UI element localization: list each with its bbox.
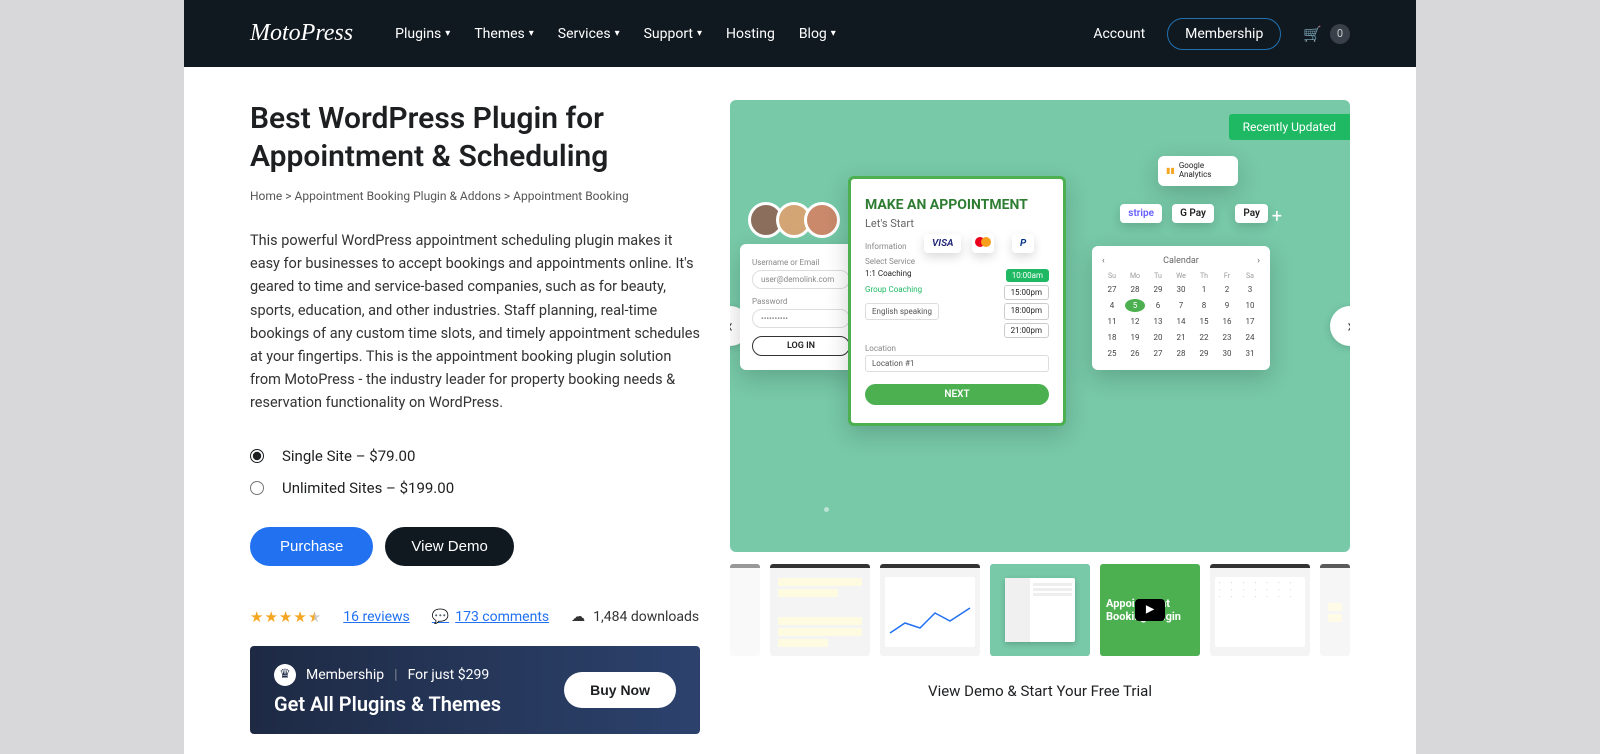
breadcrumb-category[interactable]: Appointment Booking Plugin & Addons xyxy=(295,189,501,203)
header-right: Account Membership 🛒 0 xyxy=(1093,18,1350,50)
avatar-group xyxy=(748,202,832,238)
pricing-options: Single Site – $79.00 Unlimited Sites – $… xyxy=(250,447,700,497)
account-link[interactable]: Account xyxy=(1093,26,1145,42)
crown-icon: ♛ xyxy=(274,664,296,686)
avatar xyxy=(804,202,840,238)
nav-themes[interactable]: Themes ▾ xyxy=(474,26,533,42)
plus-icon: + xyxy=(1272,206,1282,227)
star-icon: ★ xyxy=(250,608,263,626)
comments-link[interactable]: 💬 173 comments xyxy=(432,609,549,625)
nav-label: Support xyxy=(644,26,693,42)
demo-trial-link[interactable]: View Demo & Start Your Free Trial xyxy=(730,682,1350,700)
thumb-prev[interactable] xyxy=(730,564,760,656)
slide-next-button[interactable]: › xyxy=(1330,306,1350,346)
breadcrumb-home[interactable]: Home xyxy=(250,189,282,203)
nav-label: Themes xyxy=(474,26,524,42)
buy-now-button[interactable]: Buy Now xyxy=(564,672,676,708)
analytics-icon: ▮▮ xyxy=(1166,166,1175,175)
mb-label: Membership xyxy=(306,667,384,683)
nav-label: Plugins xyxy=(395,26,441,42)
membership-banner: ♛ Membership | For just $299 Get All Plu… xyxy=(250,646,700,734)
purchase-button[interactable]: Purchase xyxy=(250,527,373,566)
star-half-icon: ★ xyxy=(308,608,321,626)
nav-label: Hosting xyxy=(726,26,775,42)
thumb-next[interactable] xyxy=(1320,564,1350,656)
mastercard-chip xyxy=(972,234,994,253)
chevron-down-icon: ▾ xyxy=(529,28,534,39)
chevron-down-icon: ▾ xyxy=(445,28,450,39)
mb-title: Get All Plugins & Themes xyxy=(274,692,501,716)
price-label: Unlimited Sites – $199.00 xyxy=(282,479,454,497)
price-option-unlimited[interactable]: Unlimited Sites – $199.00 xyxy=(250,479,700,497)
breadcrumb-current: Appointment Booking xyxy=(513,189,629,203)
page-title: Best WordPress Plugin for Appointment & … xyxy=(250,100,700,175)
reviews-link[interactable]: 16 reviews xyxy=(343,609,410,625)
nav-support[interactable]: Support ▾ xyxy=(644,26,702,42)
nav-services[interactable]: Services ▾ xyxy=(558,26,620,42)
chevron-down-icon: ▾ xyxy=(697,28,702,39)
view-demo-button[interactable]: View Demo xyxy=(385,527,513,566)
nav-label: Blog xyxy=(799,26,827,42)
ga-chip: ▮▮ Google Analytics xyxy=(1158,156,1238,186)
main-nav: Plugins ▾ Themes ▾ Services ▾ Support ▾ Host… xyxy=(395,26,1093,42)
product-description: This powerful WordPress appointment sche… xyxy=(250,229,700,415)
thumb-video[interactable]: Appointment Booking Plugin ▶ xyxy=(1100,564,1200,656)
nav-hosting[interactable]: Hosting xyxy=(726,26,775,42)
appointment-mock-card: MAKE AN APPOINTMENT Let's Start Informat… xyxy=(848,176,1066,426)
breadcrumb: Home > Appointment Booking Plugin & Addo… xyxy=(250,189,700,203)
downloads-stat: ☁ 1,484 downloads xyxy=(571,609,699,625)
hero-slide: Recently Updated ‹ › U xyxy=(730,100,1350,552)
membership-button[interactable]: Membership xyxy=(1167,18,1281,50)
login-mock-card: Username or Email user@demolink.com Pass… xyxy=(740,244,862,370)
paypal-chip: P xyxy=(1012,234,1034,253)
thumb-2[interactable] xyxy=(880,564,980,656)
mb-price: For just $299 xyxy=(408,667,490,683)
download-icon: ☁ xyxy=(571,609,585,625)
star-icon: ★ xyxy=(264,608,277,626)
recently-updated-badge: Recently Updated xyxy=(1229,114,1350,140)
chevron-down-icon: ▾ xyxy=(831,28,836,39)
star-icon: ★ xyxy=(293,608,306,626)
cart-icon: 🛒 xyxy=(1303,25,1322,43)
visa-chip: VISA xyxy=(924,234,961,253)
play-icon: ▶ xyxy=(1135,599,1165,621)
stripe-chip: stripe xyxy=(1120,204,1162,223)
nav-blog[interactable]: Blog ▾ xyxy=(799,26,836,42)
thumbnail-strip: Appointment Booking Plugin ▶ ······· ···… xyxy=(730,564,1350,656)
price-radio-single[interactable] xyxy=(250,449,264,463)
cart-count: 0 xyxy=(1330,24,1350,44)
nav-label: Services xyxy=(558,26,611,42)
thumb-1[interactable] xyxy=(770,564,870,656)
logo[interactable]: MotoPress xyxy=(250,20,353,47)
star-rating: ★ ★ ★ ★ ★ xyxy=(250,608,321,626)
price-radio-unlimited[interactable] xyxy=(250,481,264,495)
chevron-down-icon: ▾ xyxy=(615,28,620,39)
calendar-mock-card: ‹Calendar› SuMoTuWeThFrSa272829301234567… xyxy=(1092,246,1270,370)
nav-plugins[interactable]: Plugins ▾ xyxy=(395,26,450,42)
gpay-chip: G Pay xyxy=(1172,204,1214,223)
deco-dot xyxy=(824,507,829,512)
price-label: Single Site – $79.00 xyxy=(282,447,415,465)
price-option-single[interactable]: Single Site – $79.00 xyxy=(250,447,700,465)
site-header: MotoPress Plugins ▾ Themes ▾ Services ▾ Sup… xyxy=(184,0,1416,67)
star-icon: ★ xyxy=(279,608,292,626)
thumb-5[interactable]: ······· ······· ······· xyxy=(1210,564,1310,656)
thumb-3[interactable] xyxy=(990,564,1090,656)
comment-icon: 💬 xyxy=(432,609,449,625)
cart-button[interactable]: 🛒 0 xyxy=(1303,24,1350,44)
applepay-chip: Pay xyxy=(1235,204,1268,223)
stats-row: ★ ★ ★ ★ ★ 16 reviews 💬 173 comments ☁ 1,… xyxy=(250,608,700,626)
